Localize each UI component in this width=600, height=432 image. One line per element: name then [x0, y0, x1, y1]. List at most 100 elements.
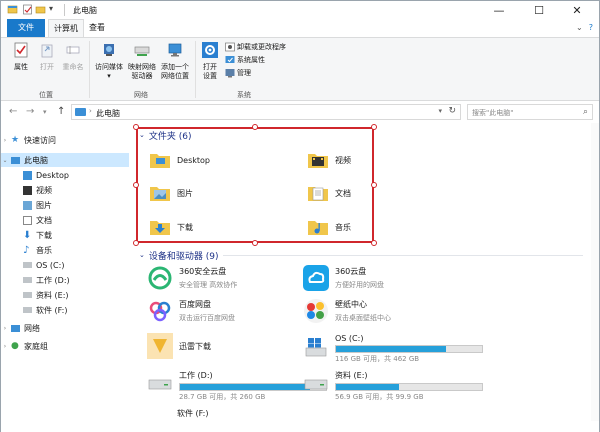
- vertical-scrollbar[interactable]: [591, 123, 599, 421]
- add-location-label-2: 网络位置: [161, 72, 189, 80]
- maximize-button[interactable]: ☐: [519, 1, 559, 19]
- sidebar-item-label: Desktop: [36, 170, 69, 180]
- sidebar-item-drive-f[interactable]: 软件 (F:): [1, 303, 129, 317]
- device-subtitle: 56.9 GB 可用，共 99.9 GB: [335, 393, 424, 401]
- star-icon: ★: [11, 134, 20, 145]
- sidebar-item-drive-c[interactable]: OS (C:): [1, 258, 129, 272]
- up-arrow-icon[interactable]: ↑: [57, 106, 65, 117]
- network-drive-icon: [134, 46, 150, 56]
- help-icon[interactable]: ?: [589, 23, 593, 32]
- sidebar-item-pictures[interactable]: 图片: [1, 198, 129, 212]
- sidebar-item-homegroup[interactable]: › ● 家庭组: [1, 339, 129, 353]
- drive-usage-fill: [180, 384, 310, 390]
- device-drive-c[interactable]: OS (C:) 116 GB 可用，共 462 GB: [303, 333, 483, 364]
- settings-gear-icon: [202, 42, 218, 58]
- search-input[interactable]: 搜索"此电脑" ⌕: [467, 104, 593, 120]
- system-properties-label: 系统属性: [237, 56, 265, 64]
- drive-usage-bar: [335, 345, 483, 353]
- properties-quick-icon[interactable]: [22, 4, 33, 15]
- sidebar-item-this-pc[interactable]: ⌄ 此电脑: [1, 153, 129, 167]
- expand-arrow-icon[interactable]: ›: [1, 137, 9, 144]
- forward-arrow-icon[interactable]: →: [26, 106, 34, 117]
- selection-handle[interactable]: [133, 182, 139, 188]
- map-drive-button[interactable]: 映射网络 驱动器: [127, 42, 157, 81]
- sidebar-item-music[interactable]: ♪ 音乐: [1, 243, 129, 257]
- device-360-cloud[interactable]: 360云盘 方便好用的网盘: [303, 265, 384, 291]
- selection-handle[interactable]: [371, 240, 377, 246]
- device-drive-d[interactable]: 工作 (D:) 28.7 GB 可用，共 260 GB: [147, 369, 327, 402]
- device-wallpaper-center[interactable]: 壁纸中心 双击桌面壁纸中心: [303, 298, 391, 324]
- app-icon[interactable]: [7, 4, 18, 15]
- system-properties-button[interactable]: 系统属性: [225, 55, 265, 65]
- rename-button[interactable]: 重命名: [60, 42, 86, 72]
- device-360-safe-cloud[interactable]: 360安全云盘 安全管理 高效协作: [147, 265, 237, 291]
- properties-button[interactable]: 属性: [9, 42, 33, 72]
- refresh-icon[interactable]: ↻: [448, 106, 456, 116]
- xunlei-icon: [147, 333, 173, 359]
- add-network-location-button[interactable]: 添加一个 网络位置: [159, 42, 191, 81]
- expand-arrow-icon[interactable]: ›: [1, 325, 9, 332]
- new-folder-quick-icon[interactable]: [35, 4, 46, 15]
- tab-view[interactable]: 查看: [85, 19, 109, 37]
- sidebar-item-label: OS (C:): [36, 260, 65, 270]
- close-button[interactable]: ✕: [557, 1, 597, 19]
- open-button[interactable]: 打开: [36, 42, 58, 72]
- breadcrumb-chevron-icon[interactable]: ›: [89, 107, 92, 115]
- expand-arrow-icon[interactable]: ⌄: [1, 157, 9, 164]
- manage-button[interactable]: 管理: [225, 68, 251, 78]
- selection-handle[interactable]: [252, 240, 258, 246]
- recent-locations-icon[interactable]: ▾: [43, 108, 47, 116]
- sidebar-item-videos[interactable]: 视频: [1, 183, 129, 197]
- sidebar-item-drive-d[interactable]: 工作 (D:): [1, 273, 129, 287]
- sidebar-item-label: 此电脑: [24, 155, 48, 165]
- uninstall-program-button[interactable]: 卸载或更改程序: [225, 42, 286, 52]
- sidebar-item-documents[interactable]: 文档: [1, 213, 129, 227]
- address-dropdown-icon[interactable]: ▾: [438, 107, 442, 115]
- address-bar[interactable]: › 此电脑 ▾ ↻: [71, 104, 461, 120]
- add-network-location-icon: [168, 43, 182, 57]
- access-media-button[interactable]: 访问媒体 ▾: [93, 42, 125, 81]
- breadcrumb[interactable]: 此电脑: [96, 108, 120, 119]
- quick-access-dropdown-icon[interactable]: ▾: [49, 4, 53, 13]
- manage-icon: [225, 69, 235, 78]
- window-title: 此电脑: [73, 6, 97, 15]
- sidebar-item-drive-e[interactable]: 资料 (E:): [1, 288, 129, 302]
- selection-handle[interactable]: [133, 124, 139, 130]
- title-bar: ▾ 此电脑 — ☐ ✕: [1, 1, 599, 19]
- address-row: ← → ▾ ↑ › 此电脑 ▾ ↻ 搜索"此电脑" ⌕: [1, 101, 599, 123]
- device-drive-e[interactable]: 资料 (E:) 56.9 GB 可用，共 99.9 GB: [303, 369, 483, 402]
- map-drive-label: 映射网络: [128, 63, 156, 71]
- selection-handle[interactable]: [133, 240, 139, 246]
- sidebar-item-downloads[interactable]: ⬇ 下载: [1, 228, 129, 242]
- uninstall-label: 卸载或更改程序: [237, 43, 286, 51]
- device-subtitle: 方便好用的网盘: [335, 281, 384, 289]
- selection-handle[interactable]: [252, 124, 258, 130]
- tab-file[interactable]: 文件: [7, 19, 45, 37]
- device-baidu-netdisk[interactable]: 百度网盘 双击运行百度网盘: [147, 298, 235, 324]
- desktop-folder-icon: [23, 170, 32, 180]
- section-divider: [223, 255, 583, 256]
- selection-handle[interactable]: [371, 124, 377, 130]
- sidebar-item-desktop[interactable]: Desktop: [1, 168, 129, 182]
- access-media-label: 访问媒体: [95, 63, 123, 71]
- collapse-ribbon-icon[interactable]: ⌄: [576, 23, 583, 32]
- back-arrow-icon[interactable]: ←: [9, 106, 17, 117]
- sidebar-item-network[interactable]: › 网络: [1, 321, 129, 335]
- open-settings-label: 打开: [203, 63, 217, 71]
- video-folder-icon: [23, 185, 32, 195]
- device-name: 软件 (F:): [177, 409, 209, 418]
- device-xunlei[interactable]: 迅雷下载: [147, 333, 211, 359]
- device-name: 壁纸中心: [335, 300, 367, 309]
- device-drive-f[interactable]: 软件 (F:): [177, 407, 208, 419]
- selection-handle[interactable]: [371, 182, 377, 188]
- collapse-chevron-icon[interactable]: ⌄: [139, 251, 145, 259]
- minimize-button[interactable]: —: [479, 1, 519, 19]
- search-placeholder: 搜索"此电脑": [472, 109, 514, 117]
- devices-section-header[interactable]: ⌄ 设备和驱动器 (9): [139, 248, 219, 262]
- expand-arrow-icon[interactable]: ›: [1, 343, 9, 350]
- access-media-dropdown-icon: ▾: [107, 72, 111, 80]
- open-settings-button[interactable]: 打开 设置: [199, 42, 221, 81]
- tab-computer[interactable]: 计算机: [48, 19, 84, 37]
- pictures-folder-icon: [23, 200, 32, 210]
- sidebar-item-quick-access[interactable]: › ★ 快速访问: [1, 133, 129, 147]
